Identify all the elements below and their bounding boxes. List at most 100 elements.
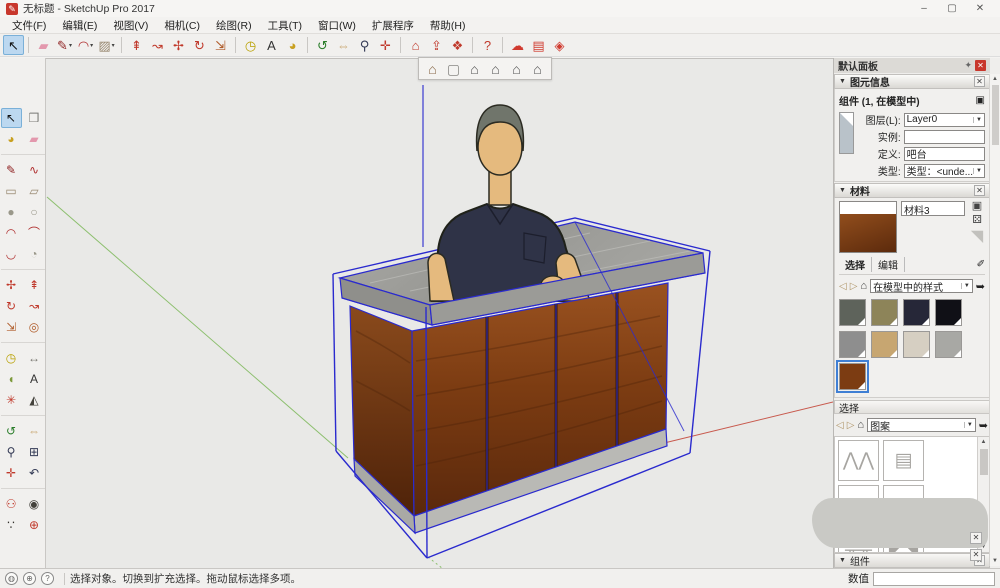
tool-select-button[interactable]: ↖ [3, 35, 24, 55]
tool-eraser-button[interactable]: ▰ [24, 129, 45, 149]
tool-scale-button[interactable]: ⇲ [210, 35, 231, 55]
material-swatch-0[interactable] [839, 299, 866, 326]
entity-info-header[interactable]: ▼ 图元信息 ✕ [834, 74, 990, 89]
tool-pie-button[interactable]: ◔ [24, 244, 45, 264]
viewport-scene[interactable] [46, 59, 833, 569]
scrollbar-thumb[interactable] [980, 449, 988, 475]
material-swatch-6[interactable] [903, 331, 930, 358]
tool-push-pull-button[interactable]: ⇞ [126, 35, 147, 55]
tray-close-button[interactable]: ✕ [975, 60, 986, 71]
material-swatch-7[interactable] [935, 331, 962, 358]
tool-follow-me-button[interactable]: ↝ [147, 35, 168, 55]
viewport-3d[interactable] [46, 58, 833, 568]
in-model-icon[interactable]: ⌂ [857, 419, 864, 431]
tool-view-right-button[interactable]: ⌂ [485, 59, 506, 79]
material-swatch-8[interactable] [839, 363, 866, 390]
tool-move-button[interactable]: ✢ [1, 275, 22, 295]
tool-send-to-layout-button[interactable]: ▤ [528, 35, 549, 55]
tool-arc-button[interactable]: ◠ [1, 223, 22, 243]
material-collection-dropdown[interactable]: 在模型中的样式 ▼ [870, 279, 973, 293]
scroll-down-icon[interactable]: ▼ [992, 556, 998, 566]
pattern-collection-dropdown[interactable]: 图案 ▼ [867, 418, 976, 432]
tool-rectangle-button[interactable]: ▨▾ [96, 35, 117, 55]
tool-scale-button[interactable]: ⇲ [1, 317, 22, 337]
tool-view-left-button[interactable]: ⌂ [527, 59, 548, 79]
menu-item-4[interactable]: 绘图(R) [208, 17, 260, 34]
tool-three-point-arc-button[interactable]: ◡ [1, 244, 22, 264]
back-arrow-icon[interactable]: ◁ [836, 420, 844, 431]
chevron-down-icon[interactable]: ▾ [112, 42, 115, 49]
tool-two-point-arc-button[interactable]: ⌒ [24, 223, 45, 243]
material-swatch-4[interactable] [839, 331, 866, 358]
tool-zoom-window-button[interactable]: ⊞ [24, 442, 45, 462]
tool-tape-measure-button[interactable]: ◷ [1, 348, 22, 368]
back-arrow-icon[interactable]: ◁ [839, 281, 847, 292]
menu-item-6[interactable]: 窗口(W) [310, 17, 364, 34]
tool-3d-text-button[interactable]: ◭ [24, 390, 45, 410]
collapsed-panel-header[interactable]: ▼ 组件 ✕ [834, 553, 990, 568]
field-input[interactable] [904, 130, 985, 144]
collapse-icon[interactable]: ▼ [839, 78, 846, 85]
tool-paint-bucket-button[interactable]: ◕ [1, 129, 22, 149]
tab-选择[interactable]: 选择 [839, 257, 872, 272]
menu-item-5[interactable]: 工具(T) [260, 17, 310, 34]
tool-3d-warehouse-button[interactable]: ⌂ [405, 35, 426, 55]
tool-make-component-button[interactable]: ❒ [24, 108, 45, 128]
tool-dimension-button[interactable]: ↔ [24, 348, 45, 368]
tool-view-back-button[interactable]: ⌂ [506, 59, 527, 79]
display-secondary-pane-icon[interactable]: ▣ [972, 201, 982, 212]
menu-item-0[interactable]: 文件(F) [4, 17, 54, 34]
toggle-pane-icon[interactable]: ▣ [976, 95, 985, 106]
close-button[interactable]: ✕ [966, 3, 994, 14]
panel-close-button[interactable]: ✕ [970, 549, 982, 561]
tool-tape-measure-button[interactable]: ◷ [240, 35, 261, 55]
geolocation-icon[interactable]: ◍ [5, 572, 18, 585]
tool-select-button[interactable]: ↖ [1, 108, 22, 128]
tool-rotate-button[interactable]: ↻ [189, 35, 210, 55]
tool-zoom-extents-button[interactable]: ✛ [375, 35, 396, 55]
tool-line-button[interactable]: ✎ [1, 160, 22, 180]
materials-header[interactable]: ▼ 材料 ✕ [834, 183, 990, 198]
tool-share-component-button[interactable]: ❖ [447, 35, 468, 55]
tool-protractor-button[interactable]: ◖ [1, 369, 22, 389]
tool-pan-button[interactable]: ⇔ [24, 421, 45, 441]
create-material-icon[interactable]: ⚄ [972, 215, 982, 226]
tool-section-plane-button[interactable]: ⊕ [24, 515, 45, 535]
scrollbar-thumb[interactable] [992, 85, 999, 145]
pin-icon[interactable]: ✦ [964, 60, 972, 71]
field-dropdown[interactable]: 类型：<unde...▼ [904, 164, 985, 178]
collapse-icon[interactable]: ▼ [839, 557, 846, 564]
tool-arcs-button[interactable]: ◠▾ [75, 35, 96, 55]
tool-look-around-button[interactable]: ◉ [24, 494, 45, 514]
tool-zoom-previous-button[interactable]: ↶ [24, 463, 45, 483]
panel-close-button[interactable]: ✕ [970, 532, 982, 544]
tool-text-button[interactable]: A [24, 369, 45, 389]
chevron-down-icon[interactable]: ▾ [90, 42, 93, 49]
material-name-input[interactable]: 材料3 [901, 201, 965, 216]
minimize-button[interactable]: – [910, 3, 938, 14]
tool-position-camera-button[interactable]: ⚇ [1, 494, 22, 514]
collapse-icon[interactable]: ▼ [839, 187, 846, 194]
material-swatch-5[interactable] [871, 331, 898, 358]
tool-rectangle-button[interactable]: ▭ [1, 181, 22, 201]
tab-编辑[interactable]: 编辑 [872, 257, 905, 272]
tool-push-pull-button[interactable]: ⇞ [24, 275, 45, 295]
tool-orbit-button[interactable]: ↺ [1, 421, 22, 441]
field-input[interactable]: 吧台 [904, 147, 985, 161]
measurements-input[interactable] [873, 572, 995, 586]
tool-view-front-button[interactable]: ⌂ [464, 59, 485, 79]
menu-item-7[interactable]: 扩展程序 [364, 17, 422, 34]
scroll-up-icon[interactable]: ▲ [992, 74, 998, 84]
in-model-icon[interactable]: ⌂ [860, 280, 867, 292]
tray-title-bar[interactable]: 默认面板 ✦ ✕ [834, 58, 990, 73]
tool-view-iso-button[interactable]: ⌂ [422, 59, 443, 79]
help-icon[interactable]: ? [41, 572, 54, 585]
eyedropper-icon[interactable]: ✐ [977, 259, 985, 270]
tool-pan-button[interactable]: ⇔ [333, 35, 354, 55]
tool-line-button[interactable]: ✎▾ [54, 35, 75, 55]
tool-axes-button[interactable]: ✳ [1, 390, 22, 410]
tool-share-model-button[interactable]: ⇪ [426, 35, 447, 55]
materials-close-button[interactable]: ✕ [974, 185, 985, 196]
tool-follow-me-button[interactable]: ↝ [24, 296, 45, 316]
material-swatch-2[interactable] [903, 299, 930, 326]
